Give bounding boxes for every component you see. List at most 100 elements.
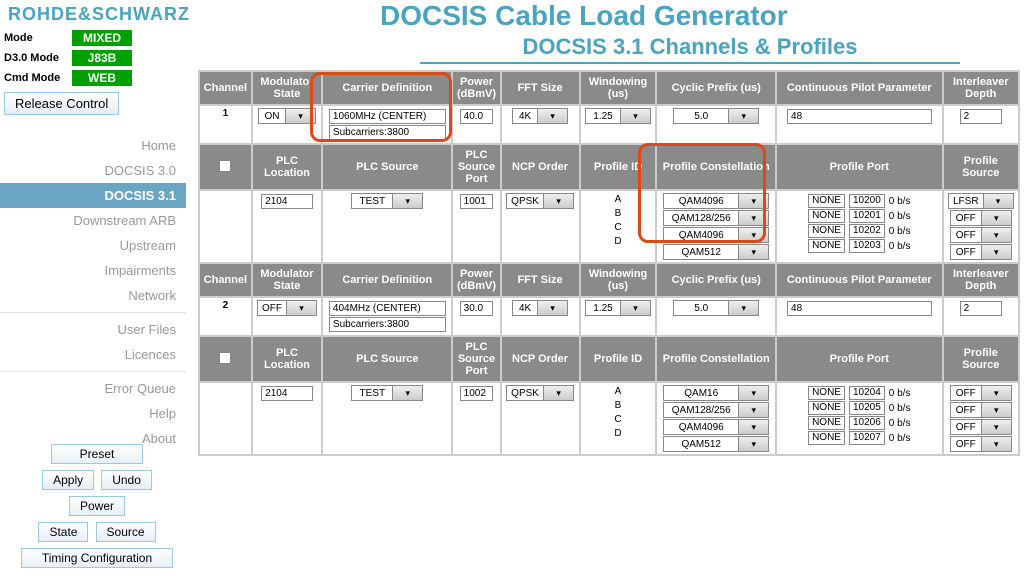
chevron-down-icon: ▾ (983, 194, 1013, 208)
text-input[interactable] (960, 109, 1002, 124)
nav-item-help[interactable]: Help (0, 401, 186, 426)
chevron-down-icon: ▾ (738, 245, 768, 259)
page-title: DOCSIS Cable Load Generator (380, 0, 788, 32)
text-input[interactable] (787, 109, 931, 124)
select-field[interactable]: OFF▾ (950, 210, 1012, 226)
sidebar: Mode MIXED D3.0 Mode J83B Cmd Mode WEB R… (0, 28, 194, 576)
chevron-down-icon: ▾ (981, 245, 1011, 259)
text-input[interactable] (329, 301, 446, 316)
text-input[interactable] (261, 386, 313, 401)
chevron-down-icon: ▾ (738, 194, 768, 208)
channel-checkbox[interactable] (219, 160, 231, 172)
text-input[interactable] (787, 301, 931, 316)
chevron-down-icon: ▾ (728, 301, 758, 315)
d3-mode-label: D3.0 Mode (4, 52, 72, 64)
nav-item-home[interactable]: Home (0, 133, 186, 158)
select-field[interactable]: QAM4096▾ (663, 227, 769, 243)
select-field[interactable]: QAM4096▾ (663, 193, 769, 209)
select-field[interactable]: QAM128/256▾ (663, 402, 769, 418)
select-field[interactable]: OFF▾ (950, 402, 1012, 418)
text-input[interactable] (960, 301, 1002, 316)
select-field[interactable]: QPSK▾ (506, 385, 574, 401)
select-field[interactable]: 4K▾ (512, 300, 568, 316)
preset-button[interactable]: Preset (51, 444, 144, 464)
text-input[interactable] (329, 109, 446, 124)
chevron-down-icon: ▾ (620, 109, 650, 123)
chevron-down-icon: ▾ (981, 437, 1011, 451)
select-field[interactable]: OFF▾ (257, 300, 317, 316)
nav-item-downstream-arb[interactable]: Downstream ARB (0, 208, 186, 233)
select-field[interactable]: 1.25▾ (585, 300, 651, 316)
chevron-down-icon: ▾ (728, 109, 758, 123)
select-field[interactable]: QPSK▾ (506, 193, 574, 209)
text-input[interactable] (460, 109, 494, 124)
channel-table: Channel Modulator State Carrier Definiti… (198, 70, 1020, 456)
chevron-down-icon: ▾ (738, 420, 768, 434)
text-input[interactable] (329, 317, 446, 332)
select-field[interactable]: 1.25▾ (585, 108, 651, 124)
text-input[interactable] (261, 194, 313, 209)
select-field[interactable]: QAM512▾ (663, 436, 769, 452)
chevron-down-icon: ▾ (981, 386, 1011, 400)
select-field[interactable]: OFF▾ (950, 419, 1012, 435)
select-field[interactable]: LFSR▾ (948, 193, 1014, 209)
chevron-down-icon: ▾ (981, 211, 1011, 225)
timing-config-button[interactable]: Timing Configuration (21, 548, 173, 568)
nav-item-licences[interactable]: Licences (0, 342, 186, 367)
select-field[interactable]: OFF▾ (950, 436, 1012, 452)
select-field[interactable]: OFF▾ (950, 227, 1012, 243)
release-control-button[interactable]: Release Control (4, 92, 119, 115)
apply-button[interactable]: Apply (42, 470, 94, 490)
chevron-down-icon: ▾ (537, 109, 567, 123)
select-field[interactable]: QAM512▾ (663, 244, 769, 260)
nav-item-user-files[interactable]: User Files (0, 317, 186, 342)
mode-value: MIXED (72, 30, 132, 46)
nav-menu: HomeDOCSIS 3.0DOCSIS 3.1Downstream ARBUp… (0, 133, 194, 451)
state-button[interactable]: State (38, 522, 88, 542)
select-field[interactable]: TEST▾ (351, 193, 423, 209)
select-field[interactable]: TEST▾ (351, 385, 423, 401)
text-input[interactable] (460, 194, 494, 209)
chevron-down-icon: ▾ (620, 301, 650, 315)
chevron-down-icon: ▾ (738, 403, 768, 417)
select-field[interactable]: 5.0▾ (673, 300, 759, 316)
chevron-down-icon: ▾ (738, 386, 768, 400)
chevron-down-icon: ▾ (286, 301, 316, 315)
mode-label: Mode (4, 32, 72, 44)
select-field[interactable]: QAM4096▾ (663, 419, 769, 435)
text-input[interactable] (460, 301, 494, 316)
text-input[interactable] (460, 386, 494, 401)
channel-checkbox[interactable] (219, 352, 231, 364)
select-field[interactable]: QAM16▾ (663, 385, 769, 401)
undo-button[interactable]: Undo (101, 470, 152, 490)
chevron-down-icon: ▾ (285, 109, 315, 123)
select-field[interactable]: QAM128/256▾ (663, 210, 769, 226)
chevron-down-icon: ▾ (981, 228, 1011, 242)
cmd-mode-value: WEB (72, 70, 132, 86)
chevron-down-icon: ▾ (738, 211, 768, 225)
select-field[interactable]: ON▾ (258, 108, 316, 124)
bottom-button-panel: Preset Apply Undo Power State Source Tim… (4, 442, 190, 572)
select-field[interactable]: 4K▾ (512, 108, 568, 124)
chevron-down-icon: ▾ (392, 194, 422, 208)
nav-item-upstream[interactable]: Upstream (0, 233, 186, 258)
source-button[interactable]: Source (96, 522, 156, 542)
chevron-down-icon: ▾ (738, 437, 768, 451)
cmd-mode-label: Cmd Mode (4, 72, 72, 84)
chevron-down-icon: ▾ (738, 228, 768, 242)
nav-item-network[interactable]: Network (0, 283, 186, 308)
chevron-down-icon: ▾ (981, 403, 1011, 417)
nav-item-error-queue[interactable]: Error Queue (0, 376, 186, 401)
power-button[interactable]: Power (69, 496, 125, 516)
select-field[interactable]: 5.0▾ (673, 108, 759, 124)
chevron-down-icon: ▾ (543, 386, 573, 400)
nav-item-impairments[interactable]: Impairments (0, 258, 186, 283)
nav-item-docsis-3-0[interactable]: DOCSIS 3.0 (0, 158, 186, 183)
nav-item-docsis-3-1[interactable]: DOCSIS 3.1 (0, 183, 186, 208)
text-input[interactable] (329, 125, 446, 140)
select-field[interactable]: OFF▾ (950, 385, 1012, 401)
main-content: Channel Modulator State Carrier Definiti… (198, 70, 1020, 456)
chevron-down-icon: ▾ (537, 301, 567, 315)
chevron-down-icon: ▾ (392, 386, 422, 400)
select-field[interactable]: OFF▾ (950, 244, 1012, 260)
